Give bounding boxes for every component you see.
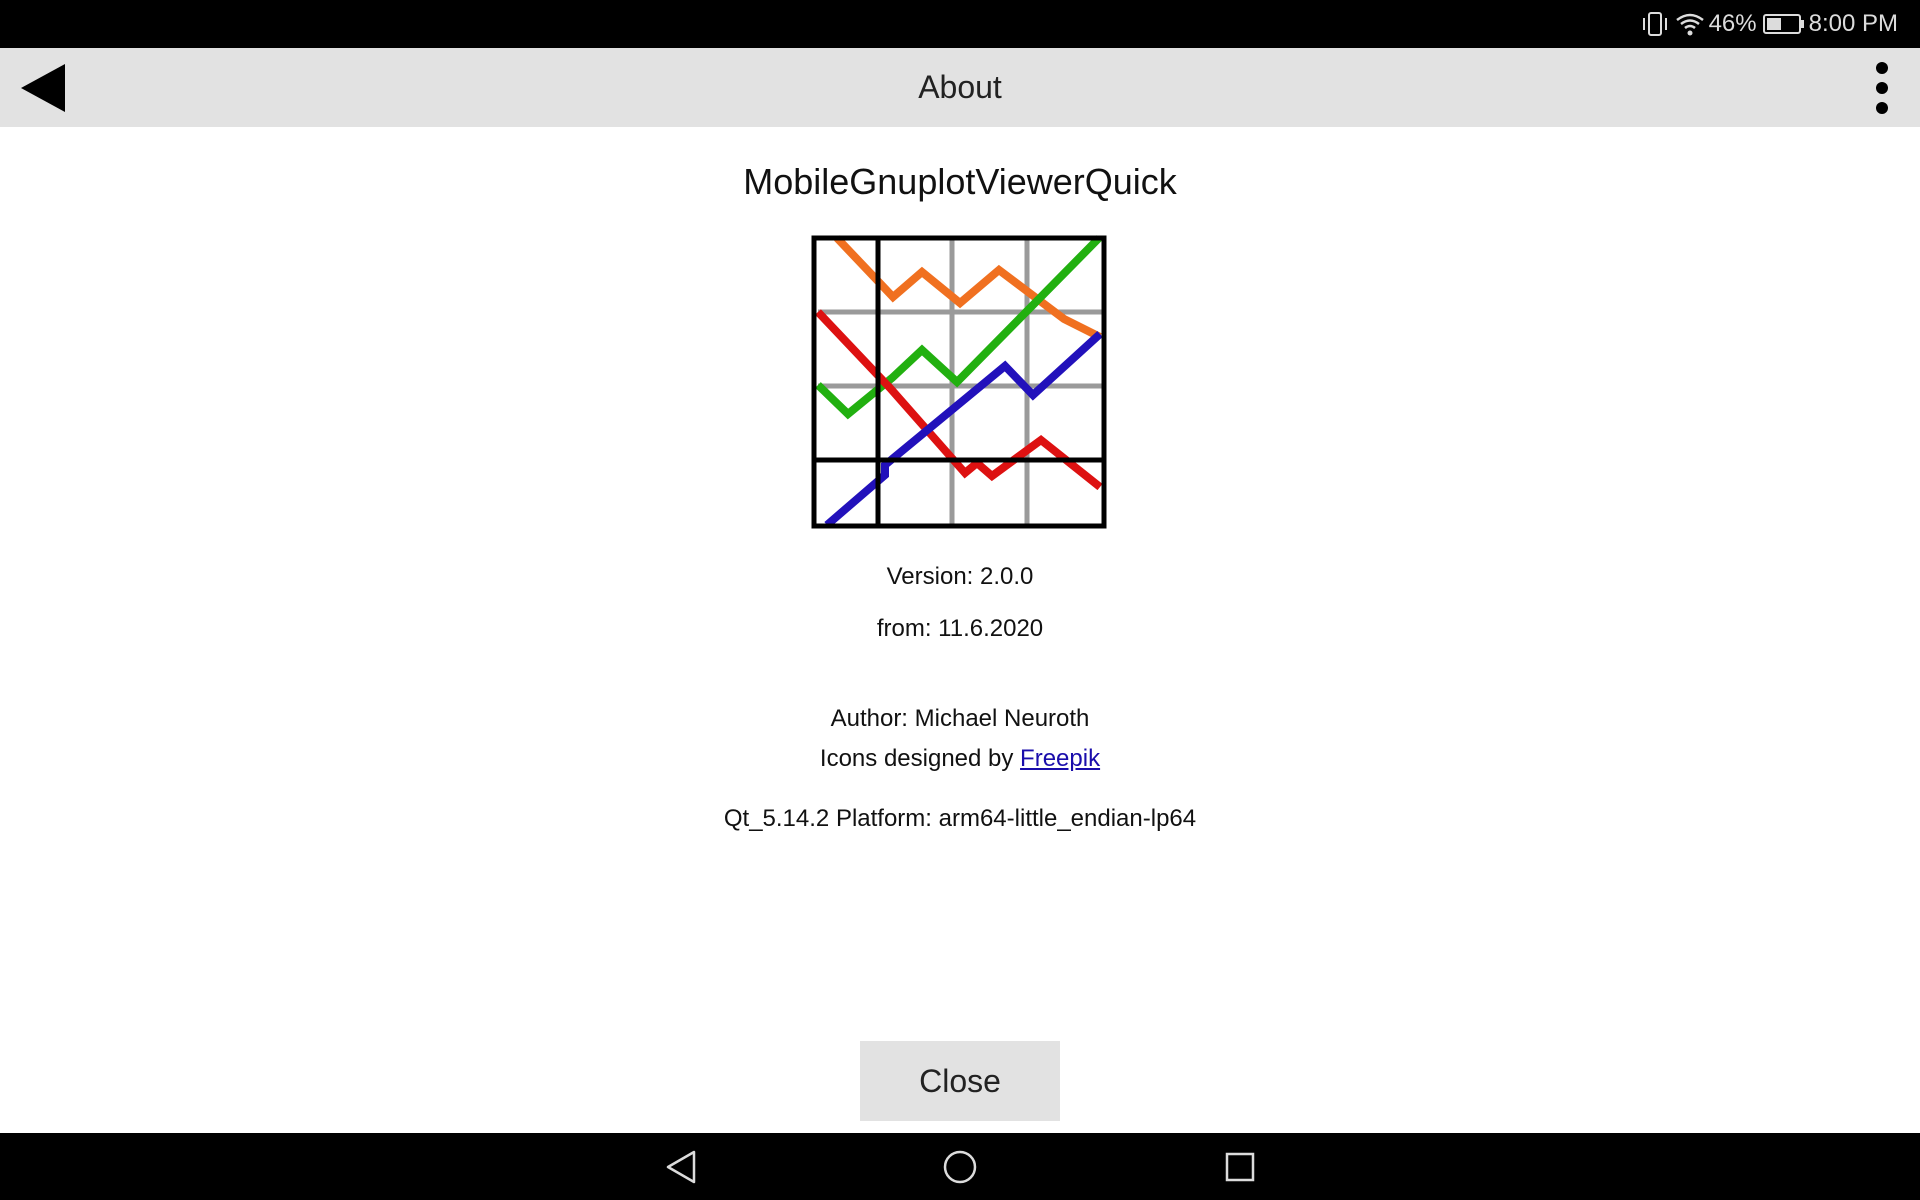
nav-recents-icon	[1225, 1152, 1255, 1182]
close-button[interactable]: Close	[860, 1041, 1060, 1121]
wifi-icon	[1675, 12, 1705, 36]
page-title: About	[918, 69, 1002, 105]
battery-icon	[1762, 13, 1805, 35]
author-text: Author: Michael Neuroth	[830, 705, 1090, 732]
nav-home-button[interactable]	[940, 1147, 980, 1187]
icons-credit: Icons designed by Freepik	[0, 745, 1920, 773]
overflow-menu-icon	[1876, 62, 1888, 114]
freepik-link[interactable]: Freepik	[1020, 745, 1100, 772]
vibrate-icon	[1641, 11, 1669, 37]
nav-home-icon	[943, 1150, 977, 1184]
overflow-menu-button[interactable]	[1858, 56, 1906, 120]
platform-text: Qt_5.14.2 Platform: arm64-little_endian-…	[723, 805, 1197, 832]
back-button[interactable]	[10, 56, 74, 120]
nav-recents-button[interactable]	[1220, 1147, 1260, 1187]
navigation-bar	[0, 1133, 1920, 1200]
app-bar: About	[0, 48, 1920, 127]
battery-percent: 46%	[1708, 10, 1757, 37]
nav-back-button[interactable]	[661, 1147, 701, 1187]
back-arrow-icon	[21, 64, 65, 112]
release-date-text: from: 11.6.2020	[876, 615, 1044, 642]
status-bar: 46% 8:00 PM	[0, 0, 1920, 48]
nav-back-icon	[666, 1150, 696, 1184]
chart-logo-icon	[811, 235, 1107, 529]
icons-credit-prefix: Icons designed by	[819, 745, 1021, 772]
status-time: 8:00 PM	[1808, 10, 1898, 37]
about-content: MobileGnuplotViewerQuick Version: 2.0.0 …	[0, 127, 1920, 1133]
version-text: Version: 2.0.0	[886, 563, 1034, 590]
app-name: MobileGnuplotViewerQuick	[743, 161, 1177, 202]
